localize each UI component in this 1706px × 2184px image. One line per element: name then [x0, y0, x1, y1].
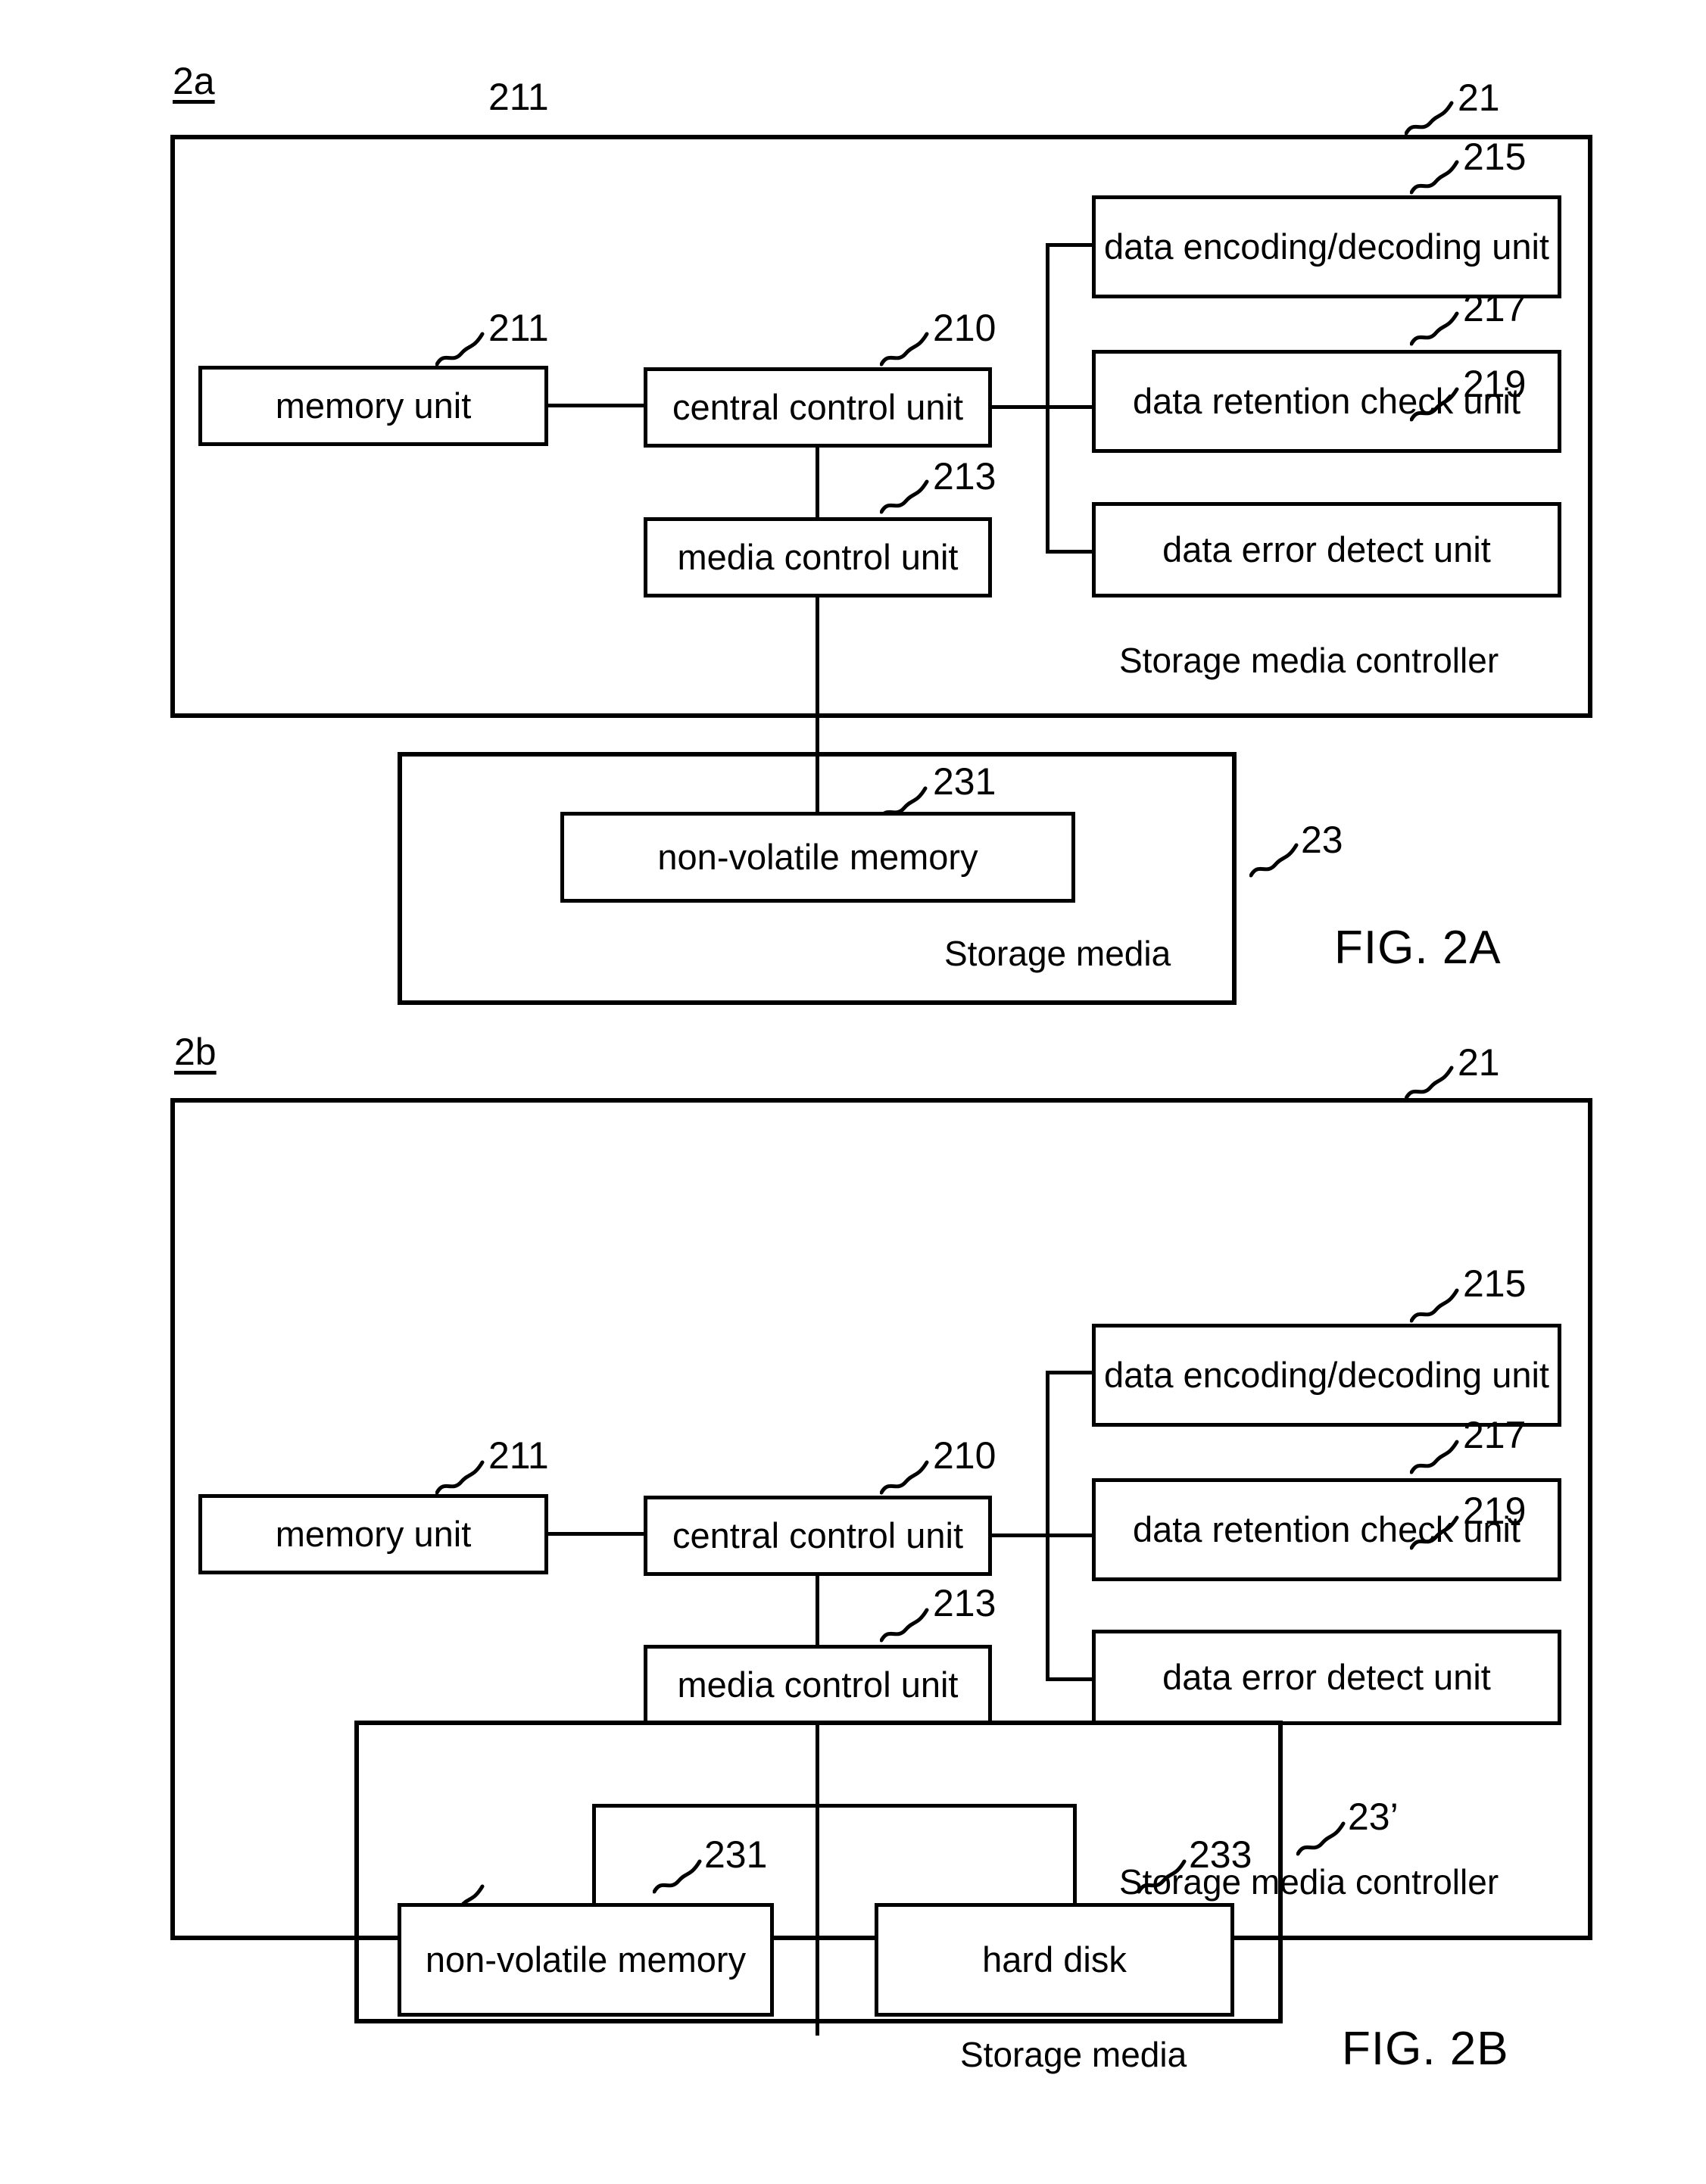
- right-column-bus: [1046, 1371, 1049, 1681]
- ref-number-233-2b: 233: [1189, 1833, 1252, 1876]
- ref-number-211: 211: [488, 307, 549, 349]
- ref-number-231: 231: [933, 760, 996, 803]
- connector-bus-to-encoding-unit: [1046, 1371, 1094, 1374]
- block-central-control-unit-2b: central control unit: [644, 1496, 992, 1576]
- block-media-control-unit: media control unit: [644, 517, 992, 597]
- ref-number-217: 217: [1463, 287, 1527, 329]
- connector-central-to-bus: [990, 1533, 1049, 1537]
- ref-number-21: 21: [1458, 76, 1500, 119]
- ref-number-23: 23: [1301, 819, 1343, 861]
- ref-number-211-2b: 211: [488, 1434, 549, 1477]
- block-data-encoding-decoding-unit-label: data encoding/decoding unit: [1104, 1355, 1549, 1396]
- storage-media-caption-2b: Storage media: [960, 2035, 1187, 2074]
- ref-number-23-prime: 23’: [1348, 1796, 1399, 1838]
- block-hard-disk-label: hard disk: [982, 1939, 1127, 1980]
- block-non-volatile-memory-label: non-volatile memory: [425, 1939, 747, 1980]
- ref-number-215: 215: [1463, 136, 1527, 178]
- connector-bus-to-error-unit: [1046, 550, 1094, 554]
- sheet-label-2a: 2a: [173, 60, 215, 102]
- block-non-volatile-memory: non-volatile memory: [560, 812, 1075, 903]
- ref-number-219: 219: [1463, 363, 1527, 405]
- block-non-volatile-memory-2b: non-volatile memory: [398, 1903, 774, 2017]
- patent-drawing-sheet: 2a 21 211 memory unit 210 central contro…: [0, 0, 1706, 2184]
- ref-number-231-2b: 231: [704, 1833, 768, 1876]
- figure-title-2a: FIG. 2A: [1334, 922, 1502, 974]
- figure-title-2b: FIG. 2B: [1342, 2023, 1509, 2075]
- block-data-error-detect-unit: data error detect unit: [1092, 502, 1561, 597]
- block-media-control-unit-label: media control unit: [677, 537, 959, 578]
- connector-memory-to-central: [547, 1532, 645, 1536]
- right-column-bus: [1046, 243, 1049, 554]
- block-data-error-detect-unit-2b: data error detect unit: [1092, 1630, 1561, 1725]
- block-media-control-unit-label: media control unit: [677, 1665, 959, 1705]
- connector-memory-to-central: [547, 404, 645, 407]
- storage-media-bracket-bar: [592, 1804, 1077, 1808]
- block-non-volatile-memory-label: non-volatile memory: [657, 837, 978, 878]
- block-central-control-unit-label: central control unit: [672, 1515, 964, 1556]
- block-data-encoding-decoding-unit-label: data encoding/decoding unit: [1104, 226, 1549, 267]
- block-memory-unit-label: memory unit: [275, 385, 472, 426]
- block-data-error-detect-unit-label: data error detect unit: [1162, 1657, 1491, 1698]
- block-memory-unit: memory unit: [198, 366, 548, 446]
- connector-bus-to-encoding-unit: [1046, 243, 1094, 247]
- block-central-control-unit: central control unit: [644, 367, 992, 448]
- block-media-control-unit-2b: media control unit: [644, 1645, 992, 1725]
- block-data-encoding-decoding-unit-2b: data encoding/decoding unit: [1092, 1324, 1561, 1427]
- connector-bus-to-error-unit: [1046, 1677, 1094, 1681]
- ref-number-210: 210: [933, 307, 996, 349]
- block-data-encoding-decoding-unit: data encoding/decoding unit: [1092, 195, 1561, 298]
- figure-2b-content: 211 memory unit 210 central control unit: [0, 1030, 1706, 2184]
- connector-bus-to-retention-unit: [1046, 1533, 1094, 1537]
- ref-number-215-2b: 215: [1463, 1262, 1527, 1305]
- ref-number-213: 213: [933, 455, 996, 498]
- figure-2b: 2b 21 211 211 memory unit 210 central co…: [0, 76, 1706, 2184]
- connector-central-to-bus: [990, 405, 1049, 409]
- figure-2a: 2a 21 211 memory unit 210 central contro…: [0, 0, 1706, 1030]
- ref-number-217-2b: 217: [1463, 1414, 1527, 1456]
- ref-number-210-2b: 210: [933, 1434, 996, 1477]
- block-central-control-unit-label: central control unit: [672, 387, 964, 428]
- connector-central-to-media-control: [816, 444, 819, 519]
- block-data-error-detect-unit-label: data error detect unit: [1162, 529, 1491, 570]
- ref-number-219-2b: 219: [1463, 1490, 1527, 1532]
- storage-media-caption: Storage media: [944, 934, 1171, 973]
- block-hard-disk-2b: hard disk: [875, 1903, 1234, 2017]
- ref-number-211: 211: [488, 76, 549, 118]
- connector-bus-to-retention-unit: [1046, 405, 1094, 409]
- block-memory-unit-label: memory unit: [275, 1514, 472, 1555]
- connector-central-to-media-control: [816, 1572, 819, 1648]
- block-memory-unit-2b: memory unit: [198, 1494, 548, 1574]
- storage-media-controller-caption: Storage media controller: [1119, 641, 1499, 680]
- ref-number-213-2b: 213: [933, 1582, 996, 1624]
